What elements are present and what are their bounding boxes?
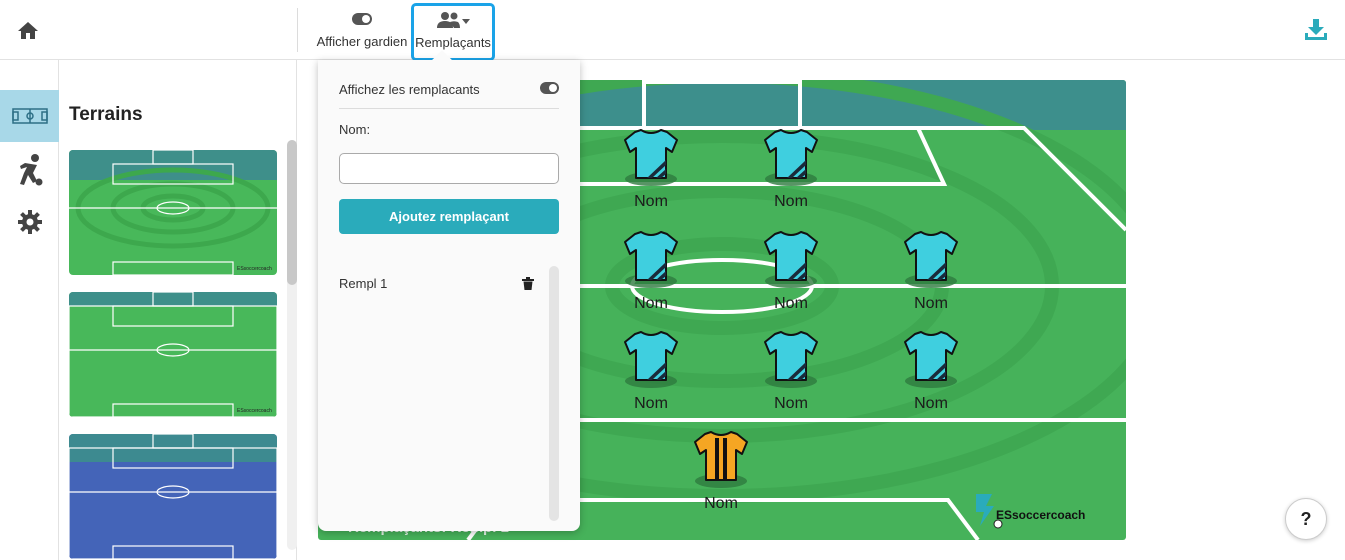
jersey-icon — [624, 129, 678, 186]
show-goalkeeper-toggle[interactable]: Afficher gardien — [312, 0, 412, 60]
player-icon[interactable] — [0, 144, 59, 196]
show-substitutes-toggle[interactable] — [540, 81, 559, 94]
player-token[interactable]: Nom — [751, 126, 831, 211]
jersey-icon — [764, 129, 818, 186]
player-name: Nom — [634, 295, 668, 312]
show-goalkeeper-label: Afficher gardien — [316, 34, 408, 49]
jersey-icon — [904, 231, 958, 288]
svg-text:ESsoccercoach: ESsoccercoach — [237, 408, 272, 414]
player-token[interactable]: Nom — [611, 328, 691, 413]
substitutes-popup: Affichez les remplacants Nom: Ajoutez re… — [318, 50, 580, 531]
jersey-icon — [624, 331, 678, 388]
player-name: Nom — [704, 495, 738, 512]
terrains-panel: Terrains ESsoccercoach ESsoccercoach — [60, 60, 297, 560]
terrain-thumbnail[interactable]: ESsoccercoach — [69, 150, 277, 275]
substitutes-button[interactable]: Remplaçants — [411, 3, 495, 61]
brand-name: ESsoccercoach — [996, 508, 1086, 522]
toggle-icon — [312, 10, 412, 28]
trash-icon[interactable] — [522, 277, 534, 290]
terrains-scrollbar[interactable] — [287, 140, 297, 550]
toolbar-divider — [297, 8, 298, 52]
svg-text:ESsoccercoach: ESsoccercoach — [237, 266, 272, 272]
player-token[interactable]: Nom — [891, 228, 971, 313]
terrains-title: Terrains — [69, 104, 143, 125]
player-name: Nom — [774, 193, 808, 210]
popup-divider — [339, 108, 559, 109]
player-token[interactable]: Nom — [611, 228, 691, 313]
add-substitute-button[interactable]: Ajoutez remplaçant — [339, 199, 559, 234]
substitutes-label: Remplaçants — [415, 35, 491, 50]
substitute-list-item: Rempl 1 — [339, 276, 388, 291]
field-icon[interactable] — [0, 90, 59, 142]
player-name: Nom — [774, 395, 808, 412]
jersey-icon — [624, 231, 678, 288]
jersey-icon — [764, 231, 818, 288]
player-token[interactable]: Nom — [611, 126, 691, 211]
player-token[interactable]: Nom — [891, 328, 971, 413]
keeper-jersey-icon — [694, 431, 748, 488]
player-name: Nom — [914, 395, 948, 412]
player-token[interactable]: Nom — [751, 328, 831, 413]
terrain-thumbnail[interactable] — [69, 434, 277, 559]
home-icon[interactable] — [16, 20, 40, 40]
player-name: Nom — [914, 295, 948, 312]
player-name: Nom — [774, 295, 808, 312]
substitutes-scrollbar[interactable] — [549, 266, 559, 521]
jersey-icon — [764, 331, 818, 388]
jersey-icon — [904, 331, 958, 388]
substitute-name-input[interactable] — [339, 153, 559, 184]
users-dropdown-icon — [414, 11, 492, 29]
goalkeeper-token[interactable]: Nom — [681, 428, 761, 513]
top-toolbar: Afficher gardien Remplaçants — [0, 0, 1345, 61]
icon-rail — [0, 60, 59, 560]
help-button[interactable]: ? — [1285, 498, 1327, 540]
player-token[interactable]: Nom — [751, 228, 831, 313]
show-substitutes-label: Affichez les remplacants — [339, 82, 480, 97]
player-name: Nom — [634, 395, 668, 412]
player-name: Nom — [634, 193, 668, 210]
terrains-scroll-thumb[interactable] — [287, 140, 297, 285]
name-label: Nom: — [339, 122, 371, 137]
terrain-thumbnail[interactable]: ESsoccercoach — [69, 292, 277, 417]
download-icon[interactable] — [1303, 18, 1329, 42]
gear-icon[interactable] — [0, 196, 59, 248]
